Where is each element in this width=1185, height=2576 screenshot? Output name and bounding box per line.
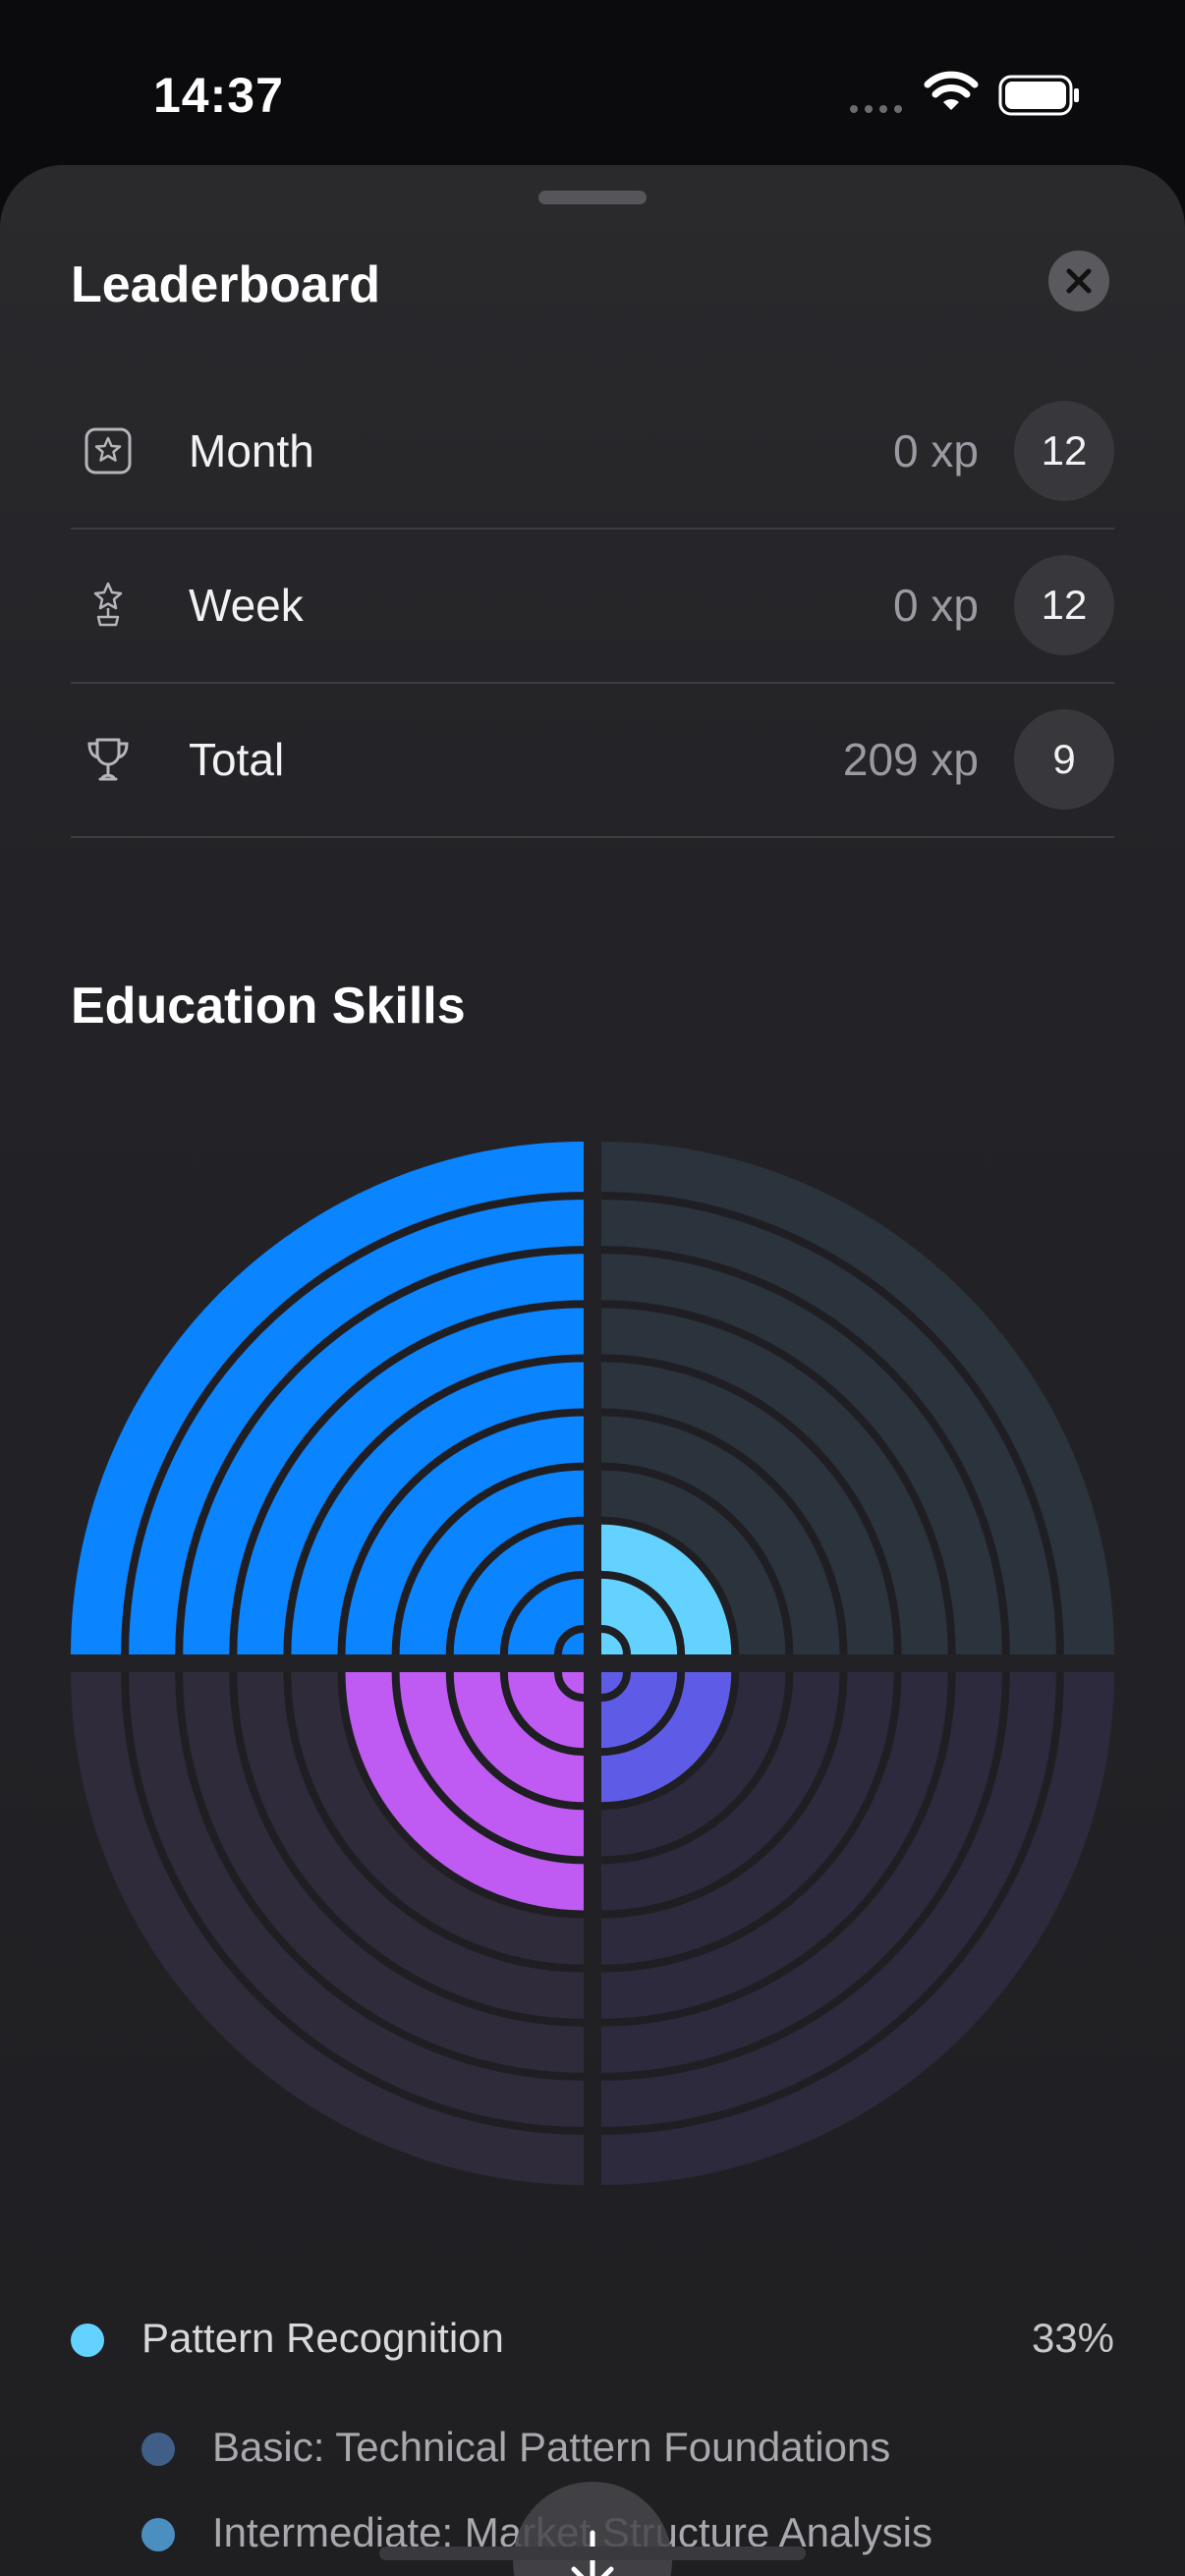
leaderboard-row-week[interactable]: Week 0 xp 12 (71, 528, 1114, 684)
battery-icon (998, 75, 1079, 116)
leaderboard-label: Month (189, 424, 314, 476)
close-button[interactable] (1048, 251, 1109, 311)
legend-item[interactable]: Pattern Recognition 33% (71, 2309, 1114, 2368)
leaderboard-rank-badge: 12 (1014, 554, 1114, 655)
legend-sub-item[interactable]: Basic: Technical Pattern Foundations (141, 2418, 1114, 2477)
leaderboard-rank-badge: 9 (1014, 708, 1114, 810)
legend-sub-label: Basic: Technical Pattern Foundations (212, 2424, 891, 2470)
leaderboard-xp: 0 xp (893, 424, 979, 476)
leaderboard-label: Total (189, 733, 285, 785)
skills-polar-chart (71, 1142, 1114, 2185)
legend-sub-dot (141, 2433, 175, 2466)
award-icon (93, 582, 123, 626)
leaderboard-sheet: Leaderboard Month 0 xp 12 Week 0 xp 12 T… (0, 165, 1185, 2576)
scroll-down-button[interactable] (513, 2482, 672, 2576)
trophy-icon (87, 738, 129, 780)
chart-quadrant-top-right (600, 1142, 1114, 1655)
legend-percentage: 33% (1031, 2315, 1114, 2361)
cellular-signal-icon (850, 105, 902, 113)
legend-label: Pattern Recognition (141, 2315, 504, 2361)
sheet-title: Leaderboard (71, 256, 380, 313)
chart-quadrant-bottom-left (71, 1671, 585, 2185)
star-badge-icon (85, 427, 132, 474)
status-bar: 14:37 (0, 0, 1185, 167)
chart-quadrant-top-left (71, 1142, 585, 1655)
legend-color-dot (71, 2324, 104, 2357)
wifi-icon (924, 71, 979, 110)
sheet-grabber[interactable] (538, 191, 647, 204)
status-time: 14:37 (153, 68, 284, 123)
close-icon (1066, 268, 1092, 294)
leaderboard-rank-badge: 12 (1014, 400, 1114, 501)
chart-quadrant-fill (71, 1142, 584, 1654)
skills-section-title: Education Skills (71, 978, 466, 1035)
legend-sub-dot (141, 2518, 175, 2551)
leaderboard-row-month[interactable]: Month 0 xp 12 (71, 373, 1114, 530)
leaderboard-label: Week (189, 579, 304, 631)
home-indicator (379, 2547, 806, 2560)
leaderboard-row-total[interactable]: Total 209 xp 9 (71, 682, 1114, 838)
leaderboard-xp: 0 xp (893, 579, 979, 631)
chart-quadrant-bottom-right (600, 1671, 1114, 2185)
leaderboard-xp: 209 xp (842, 733, 979, 785)
